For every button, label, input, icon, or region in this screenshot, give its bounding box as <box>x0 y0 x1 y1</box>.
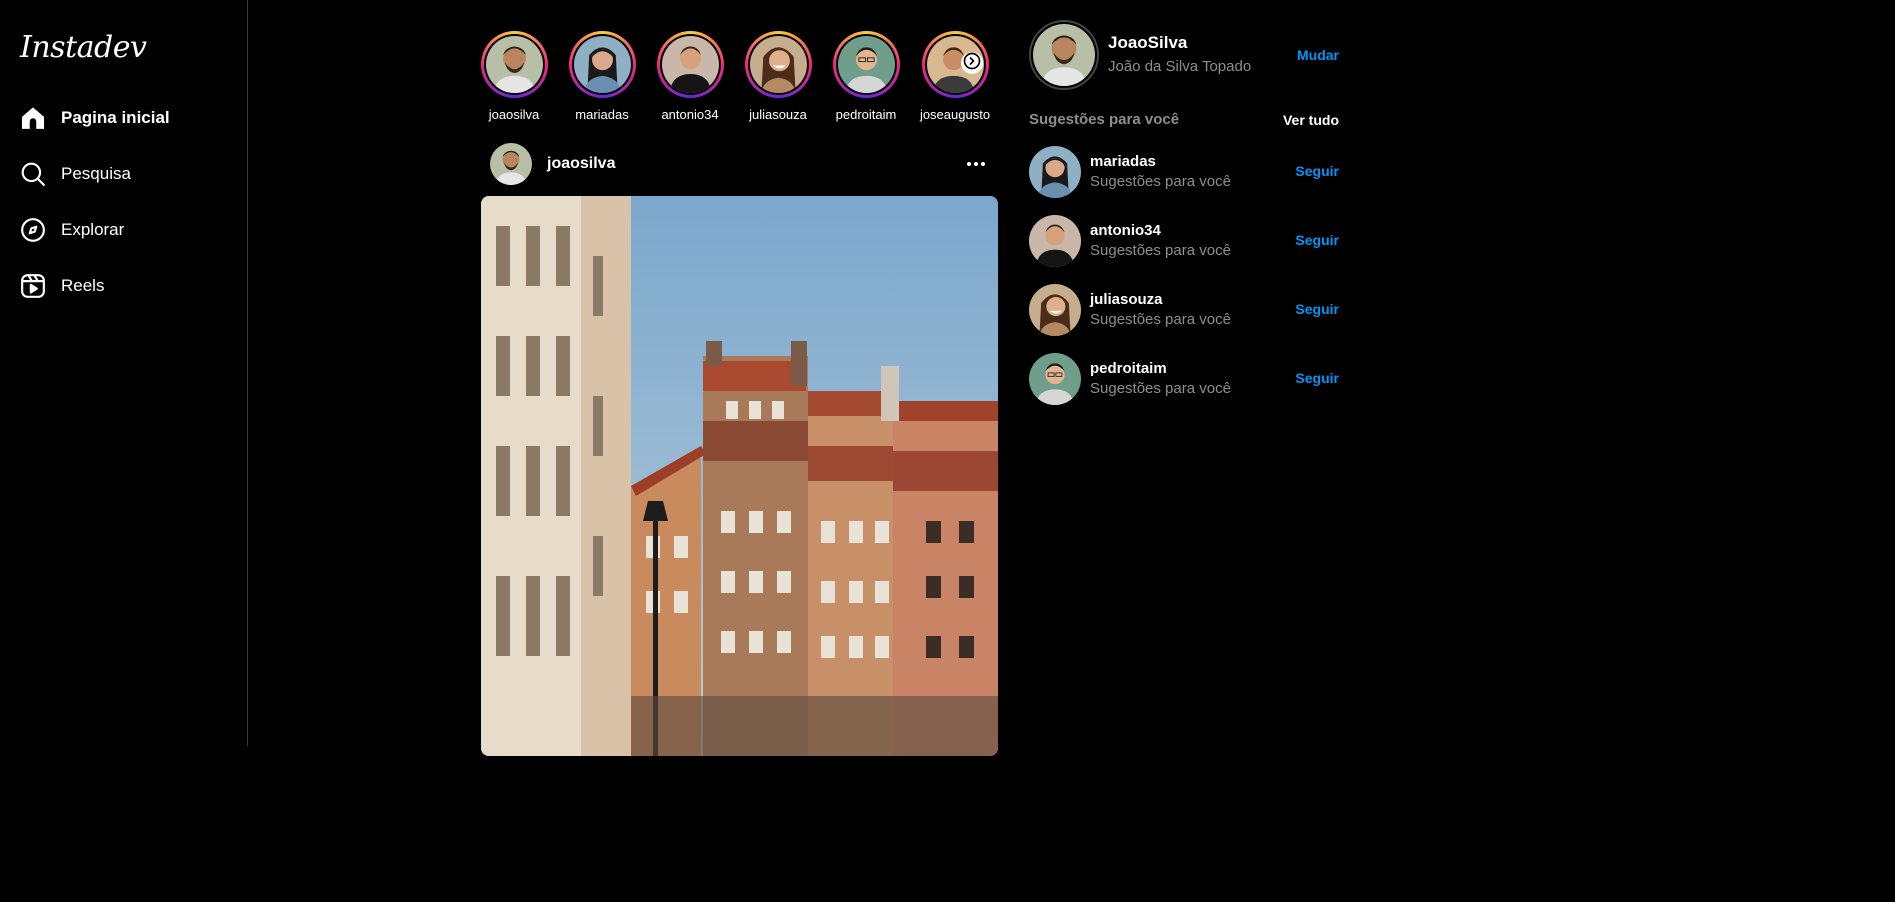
suggestion-username[interactable]: pedroitaim <box>1090 360 1167 377</box>
current-user-avatar[interactable] <box>1029 20 1099 90</box>
story-item[interactable]: joaosilva <box>474 31 554 122</box>
story-username: mariadas <box>575 107 629 122</box>
suggestion-subtitle: Sugestões para você <box>1090 242 1231 259</box>
avatar <box>1033 24 1095 86</box>
nav-label: Pagina inicial <box>61 108 170 127</box>
story-ring <box>656 31 724 98</box>
post-image[interactable] <box>481 196 998 756</box>
avatar[interactable] <box>1029 215 1081 267</box>
story-username: pedroitaim <box>835 107 897 122</box>
suggestion-item: juliasouza Sugestões para você Seguir <box>1029 284 1339 336</box>
current-username[interactable]: JoaoSilva <box>1108 33 1187 53</box>
sidebar: Instadev Pagina inicial Pesquisa Explora… <box>0 0 248 746</box>
suggestion-username[interactable]: mariadas <box>1090 153 1156 170</box>
suggestion-username[interactable]: antonio34 <box>1090 222 1161 239</box>
stories-bar: joaosilva mariadas antonio34 juliasouza … <box>480 31 998 127</box>
avatar[interactable] <box>1029 353 1081 405</box>
current-fullname: João da Silva Topado <box>1108 58 1252 75</box>
nav-label: Reels <box>61 276 105 295</box>
story-ring <box>480 31 548 98</box>
current-user: JoaoSilva João da Silva Topado Mudar <box>1029 20 1339 90</box>
reels-icon <box>20 273 46 299</box>
avatar <box>661 36 719 93</box>
suggestions-header: Sugestões para você Ver tudo <box>1029 111 1339 131</box>
more-horizontal-icon <box>966 154 986 172</box>
story-username: juliasouza <box>749 107 807 122</box>
follow-button[interactable]: Seguir <box>1295 163 1339 179</box>
suggestion-item: pedroitaim Sugestões para você Seguir <box>1029 353 1339 405</box>
compass-icon <box>20 217 46 243</box>
avatar[interactable] <box>1029 284 1081 336</box>
story-item[interactable]: mariadas <box>562 31 642 122</box>
post-username[interactable]: joaosilva <box>547 155 615 173</box>
search-icon <box>20 161 46 187</box>
nav-item-search[interactable]: Pesquisa <box>20 159 131 189</box>
story-item[interactable]: antonio34 <box>650 31 730 122</box>
story-item[interactable]: pedroitaim <box>826 31 906 122</box>
nav-label: Pesquisa <box>61 164 131 183</box>
story-ring <box>744 31 812 98</box>
avatar <box>749 36 807 93</box>
home-icon <box>20 105 46 131</box>
story-ring <box>568 31 636 98</box>
avatar[interactable] <box>1029 146 1081 198</box>
nav-item-reels[interactable]: Reels <box>20 271 104 301</box>
nav-item-explore[interactable]: Explorar <box>20 215 124 245</box>
logo[interactable]: Instadev <box>20 30 147 65</box>
follow-button[interactable]: Seguir <box>1295 232 1339 248</box>
suggestion-subtitle: Sugestões para você <box>1090 380 1231 397</box>
post-avatar[interactable] <box>490 143 532 185</box>
suggestion-subtitle: Sugestões para você <box>1090 173 1231 190</box>
follow-button[interactable]: Seguir <box>1295 370 1339 386</box>
post-photo <box>481 196 998 756</box>
post-more-button[interactable] <box>964 151 988 175</box>
nav-item-home[interactable]: Pagina inicial <box>20 103 170 133</box>
suggestion-username[interactable]: juliasouza <box>1090 291 1163 308</box>
story-username: joseaugusto <box>919 107 991 122</box>
avatar <box>837 36 895 93</box>
chevron-right-icon <box>963 52 981 75</box>
suggestions-title: Sugestões para você <box>1029 111 1180 128</box>
story-username: antonio34 <box>661 107 719 122</box>
story-item[interactable]: juliasouza <box>738 31 818 122</box>
suggestion-item: antonio34 Sugestões para você Seguir <box>1029 215 1339 267</box>
see-all-button[interactable]: Ver tudo <box>1283 112 1339 128</box>
avatar <box>485 36 543 93</box>
stories-next-button[interactable] <box>961 52 983 74</box>
suggestion-subtitle: Sugestões para você <box>1090 311 1231 328</box>
avatar <box>573 36 631 93</box>
suggestion-item: mariadas Sugestões para você Seguir <box>1029 146 1339 198</box>
nav-label: Explorar <box>61 220 125 239</box>
story-ring <box>832 31 900 98</box>
follow-button[interactable]: Seguir <box>1295 301 1339 317</box>
story-username: joaosilva <box>488 107 540 122</box>
story-item[interactable]: joseaugusto <box>915 31 995 122</box>
switch-account-button[interactable]: Mudar <box>1297 47 1339 63</box>
post-header: joaosilva <box>490 143 998 187</box>
